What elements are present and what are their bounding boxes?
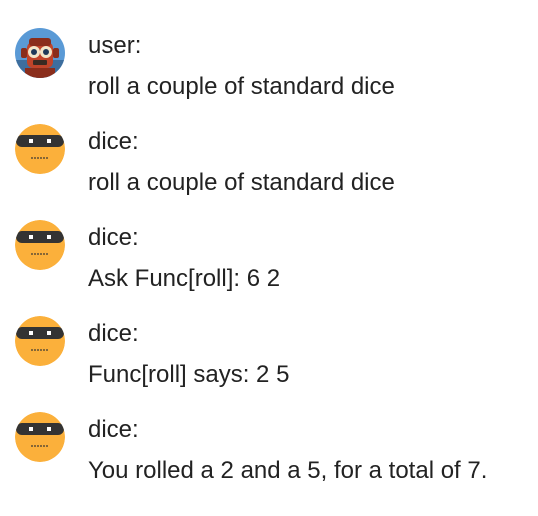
message-author: user: xyxy=(88,32,142,59)
bot-face-icon xyxy=(15,316,65,366)
bot-face-icon xyxy=(15,220,65,270)
message-author: dice: xyxy=(88,224,139,251)
chat-message-bot: dice: roll a couple of standard dice xyxy=(15,124,525,214)
message-text: roll a couple of standard dice xyxy=(88,169,395,196)
chat-message-bot: dice: Ask Func[roll]: 6 2 xyxy=(15,220,525,310)
message-text: You rolled a 2 and a 5, for a total of 7… xyxy=(88,457,488,484)
message-author: dice: xyxy=(88,416,139,443)
chat-message-bot: dice: Func[roll] says: 2 5 xyxy=(15,316,525,406)
message-author: dice: xyxy=(88,128,139,155)
bot-face-icon xyxy=(15,124,65,174)
chat-message-user: user: roll a couple of standard dice xyxy=(15,28,525,118)
bot-face-icon xyxy=(15,412,65,462)
message-text: Func[roll] says: 2 5 xyxy=(88,361,290,388)
chat-message-bot: dice: You rolled a 2 and a 5, for a tota… xyxy=(15,412,525,502)
robot-avatar-icon xyxy=(15,28,65,78)
message-text: roll a couple of standard dice xyxy=(88,73,395,100)
message-text: Ask Func[roll]: 6 2 xyxy=(88,265,281,292)
message-author: dice: xyxy=(88,320,139,347)
